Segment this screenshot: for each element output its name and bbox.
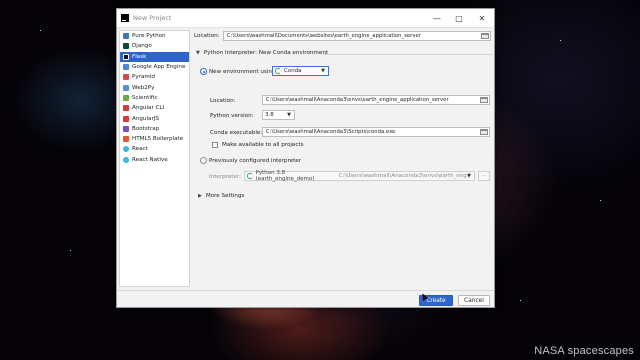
settings-panel: Location: C:\Users\washmall\Documents\we…: [193, 28, 494, 288]
sidebar-item-react[interactable]: React: [120, 144, 189, 154]
sidebar-item-web2py[interactable]: Web2Py: [120, 82, 189, 92]
sidebar-item-django[interactable]: Django: [120, 41, 189, 51]
interpreter-label: Interpreter:: [209, 174, 242, 180]
sidebar-item-label: Bootstrap: [132, 125, 160, 132]
sidebar-item-pyramid[interactable]: Pyramid: [120, 72, 189, 82]
conda-icon: [275, 68, 281, 74]
angularjs-icon: [123, 115, 129, 122]
project-type-list: Pure Python Django Flask Google App Engi…: [119, 30, 190, 287]
bootstrap-icon: [123, 125, 129, 132]
sidebar-item-pure-python[interactable]: Pure Python: [120, 31, 189, 41]
star: [70, 250, 71, 251]
dialog-body: Pure Python Django Flask Google App Engi…: [117, 28, 494, 307]
dialog-footer: Create Cancel: [117, 290, 494, 308]
sidebar-item-label: Google App Engine: [132, 64, 186, 71]
sidebar-item-label: Flask: [132, 53, 147, 60]
chevron-down-icon: ▼: [467, 173, 472, 179]
interpreter-section-title: Python Interpreter: New Conda environmen…: [203, 50, 329, 56]
title-bar[interactable]: New Project — □ ✕: [117, 9, 494, 28]
more-settings-label: More Settings: [205, 193, 245, 199]
conda-executable-field[interactable]: C:\Users\washmall\Anaconda3\Scripts\cond…: [262, 127, 490, 137]
environment-tool-value: Conda: [284, 68, 302, 74]
sidebar-item-label: AngularJS: [132, 115, 159, 122]
sidebar-item-flask[interactable]: Flask: [120, 51, 189, 62]
chevron-down-icon: ▼: [321, 68, 325, 74]
sidebar-item-label: Angular CLI: [132, 105, 165, 112]
sidebar-item-react-native[interactable]: React Native: [120, 155, 189, 165]
env-location-label: Location:: [210, 98, 236, 104]
interpreter-path: C:\Users\washmall\Anaconda3\envs\earth_e…: [338, 173, 467, 179]
sidebar-item-label: Web2Py: [132, 84, 155, 91]
pycharm-icon: [121, 14, 129, 22]
web2py-icon: [123, 84, 129, 91]
sidebar-item-label: Pure Python: [132, 33, 166, 40]
star: [520, 300, 521, 301]
star: [560, 40, 561, 41]
star: [40, 30, 41, 31]
folder-icon[interactable]: [481, 33, 489, 39]
watermark: NASA spacescapes: [534, 345, 634, 357]
python-version-value: 3.8: [265, 112, 274, 118]
cancel-button[interactable]: Cancel: [458, 295, 490, 306]
conda-executable-label: Conda executable:: [210, 130, 263, 136]
env-location-field[interactable]: C:\Users\washmall\Anaconda3\envs\earth_e…: [262, 95, 490, 105]
sidebar-item-label: Scientific: [132, 94, 158, 101]
previous-interpreter-label: Previously configured interpreter: [209, 158, 302, 164]
minimize-icon[interactable]: —: [426, 9, 448, 28]
make-available-label: Make available to all projects: [222, 142, 304, 148]
sidebar-item-label: Django: [132, 43, 152, 50]
html5-icon: [123, 136, 129, 143]
pyramid-icon: [123, 74, 129, 81]
react-native-icon: [123, 156, 129, 163]
sidebar-item-html5-boilerplate[interactable]: HTML5 Boilerplate: [120, 134, 189, 144]
close-icon[interactable]: ✕: [470, 9, 494, 28]
folder-icon[interactable]: [480, 97, 488, 103]
previous-interpreter-radio[interactable]: [200, 157, 207, 164]
star: [600, 200, 601, 201]
python-icon: [123, 33, 129, 40]
env-location-value: C:\Users\washmall\Anaconda3\envs\earth_e…: [266, 97, 449, 103]
divider: [323, 54, 493, 55]
chevron-right-icon: ▶: [198, 193, 202, 199]
sidebar-item-label: React: [132, 146, 148, 153]
sidebar-item-label: React Native: [132, 156, 168, 163]
environment-tool-select[interactable]: Conda ▼: [272, 66, 329, 76]
sidebar-item-angular-cli[interactable]: Angular CLI: [120, 103, 189, 113]
django-icon: [123, 43, 129, 50]
sidebar-item-label: Pyramid: [132, 74, 155, 81]
python-version-select[interactable]: 3.8 ▼: [262, 110, 295, 120]
sidebar-item-scientific[interactable]: Scientific: [120, 93, 189, 103]
project-location-field[interactable]: C:\Users\washmall\Documents\websites\ear…: [223, 31, 491, 41]
new-project-window: New Project — □ ✕ Pure Python Django Fla…: [116, 8, 495, 308]
react-icon: [123, 146, 129, 153]
sidebar-item-google-app-engine[interactable]: Google App Engine: [120, 62, 189, 72]
python-version-label: Python version:: [210, 113, 254, 119]
make-available-checkbox[interactable]: [212, 142, 218, 148]
conda-executable-value: C:\Users\washmall\Anaconda3\Scripts\cond…: [266, 129, 396, 135]
window-controls: — □ ✕: [426, 9, 494, 28]
window-title: New Project: [133, 14, 172, 22]
interpreter-name: Python 3.8 (earth_engine_demo): [255, 170, 315, 182]
scientific-icon: [123, 94, 129, 101]
conda-icon: [247, 173, 253, 179]
browse-interpreter-button[interactable]: ...: [478, 171, 490, 181]
interpreter-select[interactable]: Python 3.8 (earth_engine_demo) C:\Users\…: [244, 170, 475, 182]
more-settings-toggle[interactable]: ▶ More Settings: [198, 193, 244, 199]
folder-icon[interactable]: [480, 129, 488, 135]
chevron-down-icon: ▼: [287, 112, 291, 118]
app-engine-icon: [123, 64, 129, 71]
new-environment-radio[interactable]: [200, 68, 207, 75]
flask-icon: [123, 53, 129, 60]
sidebar-item-label: HTML5 Boilerplate: [132, 136, 184, 143]
chevron-down-icon: ▼: [196, 50, 200, 56]
new-environment-label: New environment using: [209, 69, 276, 75]
angular-icon: [123, 105, 129, 112]
sidebar-item-bootstrap[interactable]: Bootstrap: [120, 124, 189, 134]
location-label: Location:: [194, 33, 220, 39]
interpreter-section-header[interactable]: ▼ Python Interpreter: New Conda environm…: [196, 50, 328, 56]
maximize-icon[interactable]: □: [448, 9, 470, 28]
project-location-value: C:\Users\washmall\Documents\websites\ear…: [227, 33, 421, 39]
sidebar-item-angularjs[interactable]: AngularJS: [120, 113, 189, 123]
